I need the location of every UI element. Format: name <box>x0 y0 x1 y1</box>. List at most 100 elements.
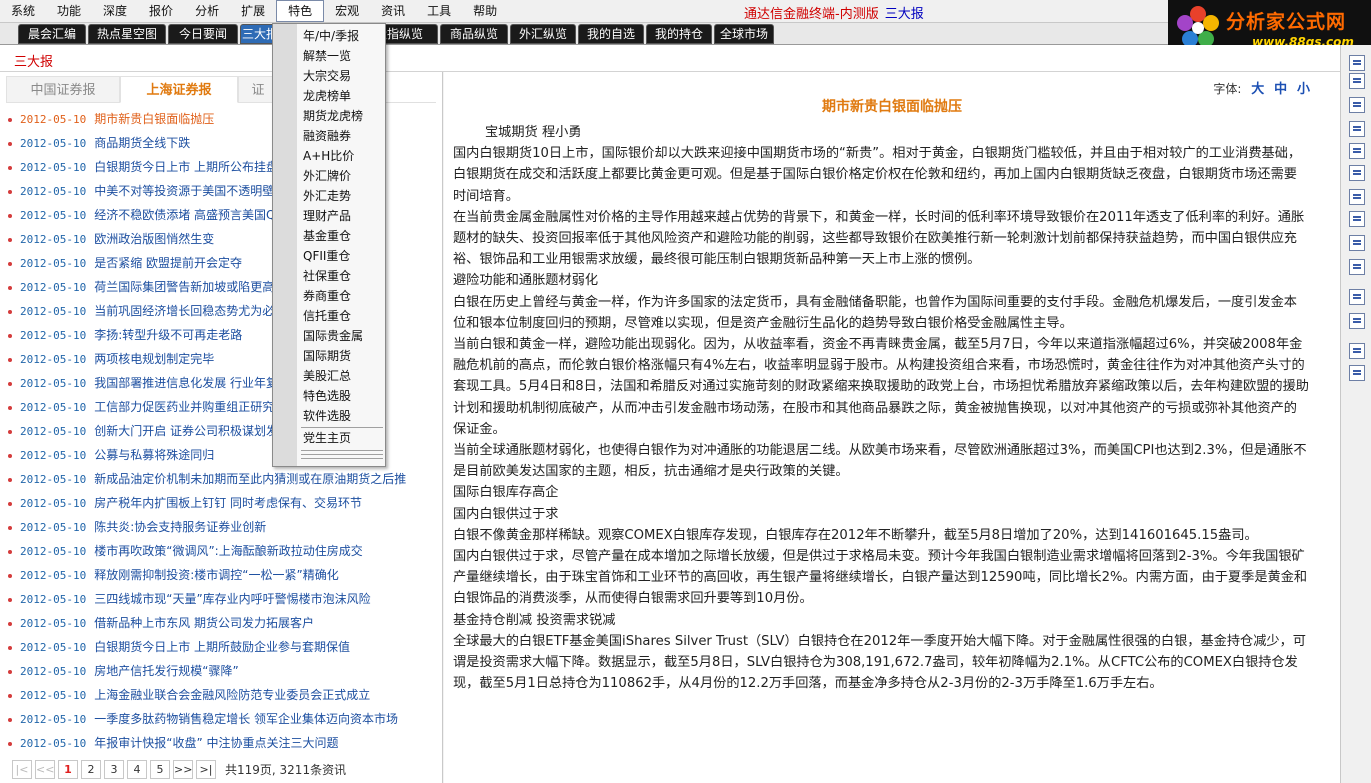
next-page-button[interactable]: >> <box>173 759 193 779</box>
first-page-button[interactable]: |< <box>12 759 32 779</box>
font-medium-option[interactable]: 中 <box>1274 82 1287 97</box>
dropdown-item-12[interactable]: 社保重仓 <box>303 266 351 286</box>
news-title[interactable]: 三四线城市现“天量”库存业内呼吁警惕楼市泡沫风险 <box>94 592 370 606</box>
pencil-icon[interactable] <box>1349 343 1365 359</box>
news-title[interactable]: 白银期货今日上市 上期所公布挂盘 <box>94 160 278 174</box>
news-item[interactable]: 2012-05-10 房产税年内扩围板上钉钉 同时考虑保有、交易环节 <box>0 491 443 515</box>
tab-5[interactable]: 商品纵览 <box>440 24 508 44</box>
dropdown-item-9[interactable]: 理财产品 <box>303 206 351 226</box>
menu-item-10[interactable]: 帮助 <box>462 0 508 22</box>
news-title[interactable]: 李扬:转型升级不可再走老路 <box>94 328 242 342</box>
news-item[interactable]: 2012-05-10 释放刚需抑制投资:楼市调控“一松一紧”精确化 <box>0 563 443 587</box>
tab-7[interactable]: 我的自选 <box>578 24 644 44</box>
news-title[interactable]: 中美不对等投资源于美国不透明壁垒 <box>94 184 286 198</box>
dropdown-item-8[interactable]: 外汇走势 <box>303 186 351 206</box>
menu-item-5[interactable]: 扩展 <box>230 0 276 22</box>
prev-page-button[interactable]: << <box>35 759 55 779</box>
tab-china-securities[interactable]: 中国证券报 <box>6 76 120 103</box>
tab-1[interactable]: 热点星空图 <box>88 24 166 44</box>
news-title[interactable]: 当前巩固经济增长回稳态势尤为必要 <box>94 304 286 318</box>
dropdown-item-0[interactable]: 年/中/季报 <box>303 26 359 46</box>
last-page-button[interactable]: >| <box>196 759 216 779</box>
menu-item-1[interactable]: 功能 <box>46 0 92 22</box>
news-title[interactable]: 陈共炎:协会支持服务证券业创新 <box>94 520 266 534</box>
news-title[interactable]: 一季度多肽药物销售稳定增长 领军企业集体迈向资本市场 <box>94 712 398 726</box>
news-item[interactable]: 2012-05-10 三四线城市现“天量”库存业内呼吁警惕楼市泡沫风险 <box>0 587 443 611</box>
dropdown-item-13[interactable]: 券商重仓 <box>303 286 351 306</box>
news-item[interactable]: 2012-05-10 白银期货今日上市 上期所鼓励企业参与套期保值 <box>0 635 443 659</box>
page-4-button[interactable]: 4 <box>127 759 147 779</box>
dropdown-item-16[interactable]: 国际期货 <box>303 346 351 366</box>
dropdown-item-1[interactable]: 解禁一览 <box>303 46 351 66</box>
tab-9[interactable]: 全球市场 <box>714 24 774 44</box>
export-icon[interactable] <box>1349 365 1365 381</box>
news-title[interactable]: 创新大门开启 证券公司积极谋划发 <box>94 424 278 438</box>
table-icon[interactable] <box>1349 289 1365 305</box>
dropdown-item-3[interactable]: 龙虎榜单 <box>303 86 351 106</box>
news-item[interactable]: 2012-05-10 楼市再吹政策“微调风”:上海酝酿新政拉动住房成交 <box>0 539 443 563</box>
menu-item-9[interactable]: 工具 <box>416 0 462 22</box>
news-title[interactable]: 白银期货今日上市 上期所鼓励企业参与套期保值 <box>94 640 350 654</box>
f10-icon[interactable] <box>1349 143 1365 159</box>
news-title[interactable]: 期市新贵白银面临抛压 <box>94 112 214 126</box>
news-title[interactable]: 上海金融业联合会金融风险防范专业委员会正式成立 <box>94 688 370 702</box>
news-item[interactable]: 2012-05-10 一季度多肽药物销售稳定增长 领军企业集体迈向资本市场 <box>0 707 443 731</box>
news-title[interactable]: 楼市再吹政策“微调风”:上海酝酿新政拉动住房成交 <box>94 544 362 558</box>
news-title[interactable]: 欧洲政治版图悄然生变 <box>94 232 214 246</box>
dropdown-item-4[interactable]: 期货龙虎榜 <box>303 106 363 126</box>
page-3-button[interactable]: 3 <box>104 759 124 779</box>
dropdown-item-17[interactable]: 美股汇总 <box>303 366 351 386</box>
note-icon[interactable] <box>1349 165 1365 181</box>
menu-item-3[interactable]: 报价 <box>138 0 184 22</box>
menu-item-2[interactable]: 深度 <box>92 0 138 22</box>
news-title[interactable]: 释放刚需抑制投资:楼市调控“一松一紧”精确化 <box>94 568 338 582</box>
formula-icon[interactable] <box>1349 211 1365 227</box>
news-item[interactable]: 2012-05-10 上海金融业联合会金融风险防范专业委员会正式成立 <box>0 683 443 707</box>
menu-item-6[interactable]: 特色 <box>276 0 325 22</box>
dropdown-item-5[interactable]: 融资融券 <box>303 126 351 146</box>
dropdown-homepage-item[interactable]: 党生主页 <box>303 428 351 448</box>
line-chart-icon[interactable] <box>1349 73 1365 89</box>
menu-item-4[interactable]: 分析 <box>184 0 230 22</box>
news-title[interactable]: 公募与私募将殊途同归 <box>94 448 214 462</box>
font-large-option[interactable]: 大 <box>1251 82 1264 97</box>
dropdown-item-7[interactable]: 外汇牌价 <box>303 166 351 186</box>
news-item[interactable]: 2012-05-10 年报审计快报“收盘” 中注协重点关注三大问题 <box>0 731 443 755</box>
dropdown-item-15[interactable]: 国际贵金属 <box>303 326 363 346</box>
menu-item-0[interactable]: 系统 <box>0 0 46 22</box>
tab-6[interactable]: 外汇纵览 <box>510 24 576 44</box>
tab-shanghai-securities[interactable]: 上海证券报 <box>120 76 238 103</box>
news-item[interactable]: 2012-05-10 陈共炎:协会支持服务证券业创新 <box>0 515 443 539</box>
dropdown-item-11[interactable]: QFII重仓 <box>303 246 350 266</box>
news-title[interactable]: 借新品种上市东风 期货公司发力拓展客户 <box>94 616 314 630</box>
news-item[interactable]: 2012-05-10 借新品种上市东风 期货公司发力拓展客户 <box>0 611 443 635</box>
news-title[interactable]: 工信部力促医药业并购重组正研究制 <box>94 400 286 414</box>
grid-icon[interactable] <box>1349 55 1365 71</box>
page-1-button[interactable]: 1 <box>58 759 78 779</box>
dropdown-item-14[interactable]: 信托重仓 <box>303 306 351 326</box>
page-2-button[interactable]: 2 <box>81 759 101 779</box>
dropdown-item-10[interactable]: 基金重仓 <box>303 226 351 246</box>
dropdown-item-19[interactable]: 软件选股 <box>303 406 351 426</box>
news-item[interactable]: 2012-05-10 房地产信托发行规模“骤降” <box>0 659 443 683</box>
menu-item-8[interactable]: 资讯 <box>370 0 416 22</box>
tab-8[interactable]: 我的持仓 <box>646 24 712 44</box>
news-title[interactable]: 荷兰国际集团警告新加坡或陷更高通 <box>94 280 286 294</box>
dropdown-item-2[interactable]: 大宗交易 <box>303 66 351 86</box>
page-5-button[interactable]: 5 <box>150 759 170 779</box>
candle-chart-icon[interactable] <box>1349 97 1365 113</box>
tab-0[interactable]: 晨会汇编 <box>18 24 86 44</box>
menu-item-7[interactable]: 宏观 <box>324 0 370 22</box>
news-title[interactable]: 房产税年内扩围板上钉钉 同时考虑保有、交易环节 <box>94 496 362 510</box>
tab-2[interactable]: 今日要闻 <box>168 24 238 44</box>
dropdown-item-18[interactable]: 特色选股 <box>303 386 351 406</box>
list-icon[interactable] <box>1349 121 1365 137</box>
search-icon[interactable] <box>1349 259 1365 275</box>
news-title[interactable]: 年报审计快报“收盘” 中注协重点关注三大问题 <box>94 736 338 750</box>
news-item[interactable]: 2012-05-10 新成品油定价机制未加期而至此内猜测或在原油期货之后推 <box>0 467 443 491</box>
news-title[interactable]: 是否紧缩 欧盟提前开会定夺 <box>94 256 242 270</box>
dropdown-item-6[interactable]: A+H比价 <box>303 146 354 166</box>
news-title[interactable]: 商品期货全线下跌 <box>94 136 190 150</box>
news-title[interactable]: 经济不稳欧债添堵 高盛预言美国QE <box>94 208 283 222</box>
sort-icon[interactable] <box>1349 313 1365 329</box>
